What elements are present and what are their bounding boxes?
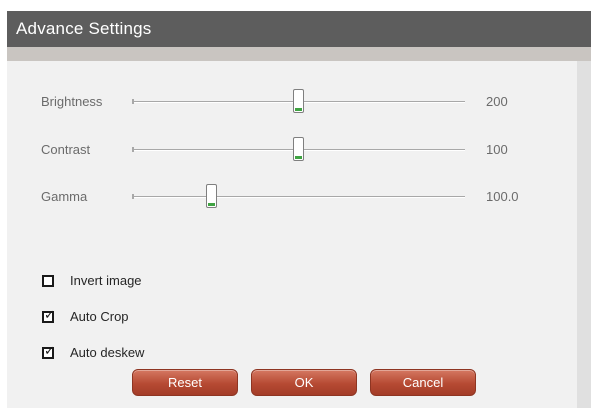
cancel-button[interactable]: Cancel [370,369,476,396]
gamma-value: 100.0 [486,189,519,204]
window-edge [577,61,591,408]
gamma-label: Gamma [41,189,88,204]
brightness-row: Brightness 200 [7,87,577,117]
ok-button[interactable]: OK [251,369,357,396]
invert-image-checkbox[interactable]: Invert image [42,271,242,293]
auto-deskew-box[interactable]: ✓ [42,344,55,359]
reset-button[interactable]: Reset [132,369,238,396]
contrast-label: Contrast [41,142,91,157]
title-bar[interactable]: Advance Settings [7,11,591,47]
auto-deskew-checkbox[interactable]: ✓ Auto deskew [42,343,242,365]
auto-crop-label[interactable]: Auto Crop [70,307,129,327]
check-mark-icon: ✓ [44,344,55,359]
slider-track [132,196,465,198]
slider-track-start [132,194,134,199]
auto-deskew-label[interactable]: Auto deskew [70,343,144,363]
invert-image-label[interactable]: Invert image [70,271,142,291]
contrast-row: Contrast 100 [7,135,577,165]
brightness-slider-thumb[interactable] [292,89,304,113]
invert-image-box[interactable] [42,275,54,287]
gamma-slider-thumb[interactable] [205,184,217,208]
brightness-label: Brightness [41,94,103,109]
contrast-slider-thumb[interactable] [292,137,304,161]
brightness-slider[interactable] [132,89,465,113]
check-mark-icon: ✓ [44,308,55,323]
contrast-value: 100 [486,142,508,157]
advance-settings-dialog: Advance Settings Brightness 200 Contrast… [7,11,591,408]
dialog-title: Advance Settings [16,19,152,38]
settings-panel: Brightness 200 Contrast 100 Gamma 100.0 … [7,61,577,408]
contrast-slider[interactable] [132,137,465,161]
title-separator [7,47,591,61]
slider-track-start [132,99,134,104]
gamma-slider[interactable] [132,184,465,208]
auto-crop-checkbox[interactable]: ✓ Auto Crop [42,307,242,329]
gamma-row: Gamma 100.0 [7,182,577,212]
slider-track-start [132,147,134,152]
brightness-value: 200 [486,94,508,109]
auto-crop-box[interactable]: ✓ [42,308,55,323]
